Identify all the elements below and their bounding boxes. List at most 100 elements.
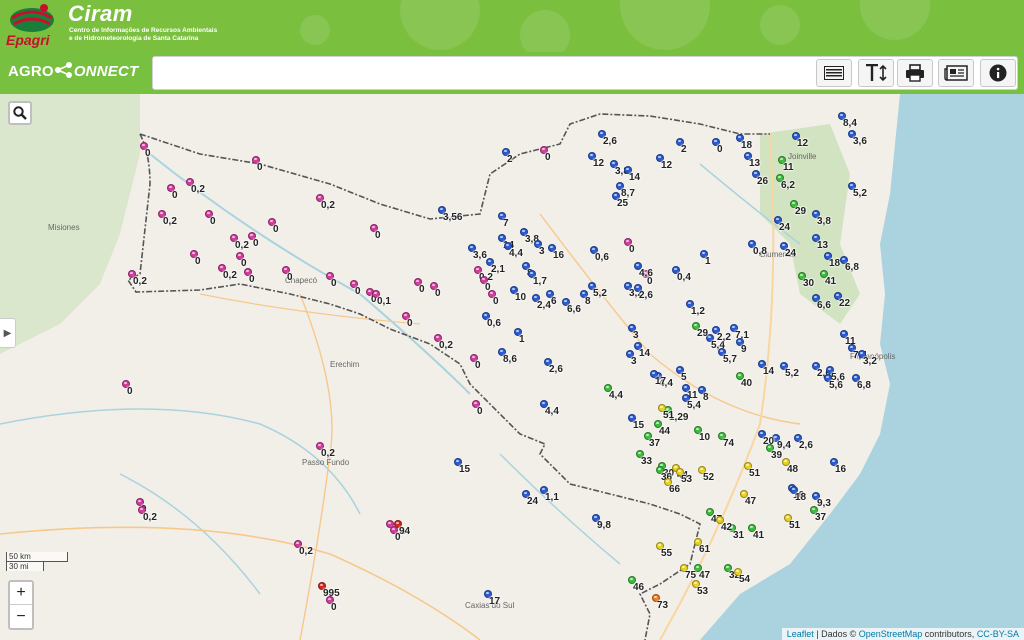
station-marker[interactable]: 13 xyxy=(744,152,760,169)
station-marker[interactable]: 29 xyxy=(790,200,806,217)
sidebar-toggle-button[interactable]: ▶ xyxy=(0,318,16,348)
station-marker[interactable]: 5,7 xyxy=(718,348,737,365)
station-marker[interactable]: 0,2 xyxy=(294,540,313,557)
info-button[interactable] xyxy=(980,59,1016,87)
station-marker[interactable]: 3,56 xyxy=(438,206,462,223)
station-marker[interactable]: 2,4 xyxy=(532,294,551,311)
station-marker[interactable]: 0 xyxy=(236,252,247,269)
station-marker[interactable]: 41 xyxy=(748,524,764,541)
station-marker[interactable]: 2,6 xyxy=(794,434,813,451)
station-marker[interactable]: 1,7 xyxy=(528,270,547,287)
station-marker[interactable]: 15 xyxy=(628,414,644,431)
station-marker[interactable]: 0 xyxy=(326,272,337,289)
station-marker[interactable]: 22 xyxy=(834,292,850,309)
station-marker[interactable]: 0,2 xyxy=(316,194,335,211)
station-marker[interactable]: 6,2 xyxy=(776,174,795,191)
station-marker[interactable]: 0 xyxy=(390,526,401,543)
station-marker[interactable]: 40 xyxy=(736,372,752,389)
station-marker[interactable]: 0,8 xyxy=(748,240,767,257)
station-marker[interactable]: 16 xyxy=(548,244,564,261)
station-marker[interactable]: 0 xyxy=(122,380,133,397)
station-marker[interactable]: 0 xyxy=(470,354,481,371)
station-marker[interactable]: 41 xyxy=(820,270,836,287)
station-marker[interactable]: 4,6 xyxy=(634,262,653,279)
station-marker[interactable]: 1,2 xyxy=(686,300,705,317)
station-marker[interactable]: 25 xyxy=(612,192,628,209)
station-marker[interactable]: 54 xyxy=(734,568,750,585)
station-marker[interactable]: 17 xyxy=(484,590,500,607)
station-marker[interactable]: 8,6 xyxy=(498,348,517,365)
station-marker[interactable]: 0,6 xyxy=(482,312,501,329)
station-marker[interactable]: 55 xyxy=(656,542,672,559)
station-marker[interactable]: 53 xyxy=(676,468,692,485)
station-marker[interactable]: 6,6 xyxy=(812,294,831,311)
station-marker[interactable]: 3 xyxy=(628,324,639,341)
station-marker[interactable]: 0,6 xyxy=(590,246,609,263)
station-marker[interactable]: 37 xyxy=(644,432,660,449)
station-marker[interactable]: 0 xyxy=(350,280,361,297)
station-marker[interactable]: 0 xyxy=(402,312,413,329)
station-marker[interactable]: 6 xyxy=(546,290,557,307)
station-marker[interactable]: 995 xyxy=(318,582,340,599)
station-marker[interactable]: 2,6 xyxy=(598,130,617,147)
station-marker[interactable]: 10 xyxy=(694,426,710,443)
station-marker[interactable]: 5,4 xyxy=(682,394,701,411)
station-marker[interactable]: 2 xyxy=(502,148,513,165)
station-marker[interactable]: 8,7 xyxy=(616,182,635,199)
station-marker[interactable]: 74 xyxy=(718,432,734,449)
station-marker[interactable]: 1 xyxy=(700,250,711,267)
station-marker[interactable]: 5,2 xyxy=(848,182,867,199)
station-marker[interactable]: 30 xyxy=(798,272,814,289)
station-marker[interactable]: 12 xyxy=(792,132,808,149)
station-marker[interactable]: 0 xyxy=(205,210,216,227)
station-marker[interactable]: 0 xyxy=(430,282,441,299)
station-marker[interactable]: 0 xyxy=(624,238,635,255)
station-marker[interactable]: 18 xyxy=(790,486,806,503)
station-marker[interactable]: 2,6 xyxy=(544,358,563,375)
station-marker[interactable]: 7,4 xyxy=(848,344,867,361)
station-marker[interactable]: 12 xyxy=(588,152,604,169)
station-marker[interactable]: 52 xyxy=(698,466,714,483)
station-marker[interactable]: 0 xyxy=(472,400,483,417)
station-marker[interactable]: 0 xyxy=(282,266,293,283)
station-marker[interactable]: 2 xyxy=(676,138,687,155)
station-marker[interactable]: 0 xyxy=(140,142,151,159)
station-marker[interactable]: 37 xyxy=(810,506,826,523)
station-marker[interactable]: 15 xyxy=(454,458,470,475)
station-marker[interactable]: 6,8 xyxy=(840,256,859,273)
station-marker[interactable]: 0 xyxy=(540,146,551,163)
station-marker[interactable]: 47 xyxy=(706,508,722,525)
station-marker[interactable]: 0 xyxy=(480,276,491,293)
station-marker[interactable]: 0 xyxy=(414,278,425,295)
zoom-out-button[interactable]: − xyxy=(10,605,32,628)
station-marker[interactable]: 5,2 xyxy=(588,282,607,299)
station-marker[interactable]: 9,8 xyxy=(592,514,611,531)
station-marker[interactable]: 46 xyxy=(628,576,644,593)
station-marker[interactable]: 3 xyxy=(534,240,545,257)
station-marker[interactable]: 14 xyxy=(758,360,774,377)
station-marker[interactable]: 3,8 xyxy=(520,228,539,245)
station-marker[interactable]: 36 xyxy=(656,466,672,483)
station-marker[interactable]: 0,2 xyxy=(434,334,453,351)
station-marker[interactable]: 66 xyxy=(664,478,680,495)
station-marker[interactable]: 0,2 xyxy=(158,210,177,227)
station-marker[interactable]: 75 xyxy=(680,564,696,581)
station-marker[interactable]: 0,2 xyxy=(128,270,147,287)
station-marker[interactable]: 51 xyxy=(658,404,674,421)
station-marker[interactable]: 5,2 xyxy=(780,362,799,379)
station-marker[interactable]: 6,8 xyxy=(852,374,871,391)
station-marker[interactable]: 29 xyxy=(692,322,708,339)
station-marker[interactable]: 18 xyxy=(736,134,752,151)
station-marker[interactable]: 2,6 xyxy=(812,362,831,379)
station-marker[interactable]: 12 xyxy=(656,154,672,171)
station-marker[interactable]: 0 xyxy=(712,138,723,155)
station-marker[interactable]: 8,4 xyxy=(838,112,857,129)
station-marker[interactable]: 3,8 xyxy=(610,160,629,177)
station-marker[interactable]: 0 xyxy=(326,596,337,613)
station-marker[interactable]: 0 xyxy=(268,218,279,235)
station-marker[interactable]: 7,1 xyxy=(730,324,749,341)
station-marker[interactable]: 14 xyxy=(624,166,640,183)
map-view[interactable]: Misiones Chapecó Erechim Passo Fundo Cax… xyxy=(0,94,1024,640)
station-marker[interactable]: 9 xyxy=(736,338,747,355)
station-marker[interactable]: 0,2 xyxy=(138,506,157,523)
